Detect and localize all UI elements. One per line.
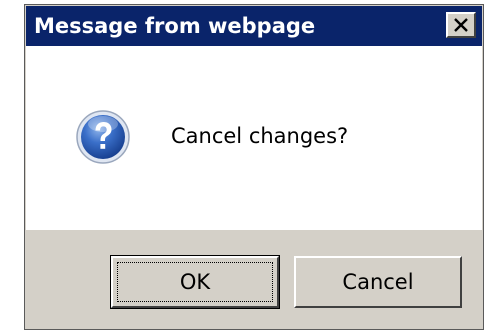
message-dialog: Message from webpage Cancel changes? OK … <box>24 4 484 330</box>
dialog-content: Cancel changes? <box>26 46 482 230</box>
cancel-button-label: Cancel <box>342 270 414 294</box>
close-x-icon <box>454 18 468 32</box>
ok-button[interactable]: OK <box>110 255 280 309</box>
close-button[interactable] <box>446 12 476 38</box>
dialog-title: Message from webpage <box>34 14 316 38</box>
dialog-button-bar: OK Cancel <box>26 230 482 328</box>
cancel-button[interactable]: Cancel <box>294 256 462 308</box>
dialog-message: Cancel changes? <box>171 124 349 148</box>
question-icon <box>76 110 130 164</box>
focus-ring <box>117 262 273 302</box>
dialog-titlebar: Message from webpage <box>26 6 482 46</box>
